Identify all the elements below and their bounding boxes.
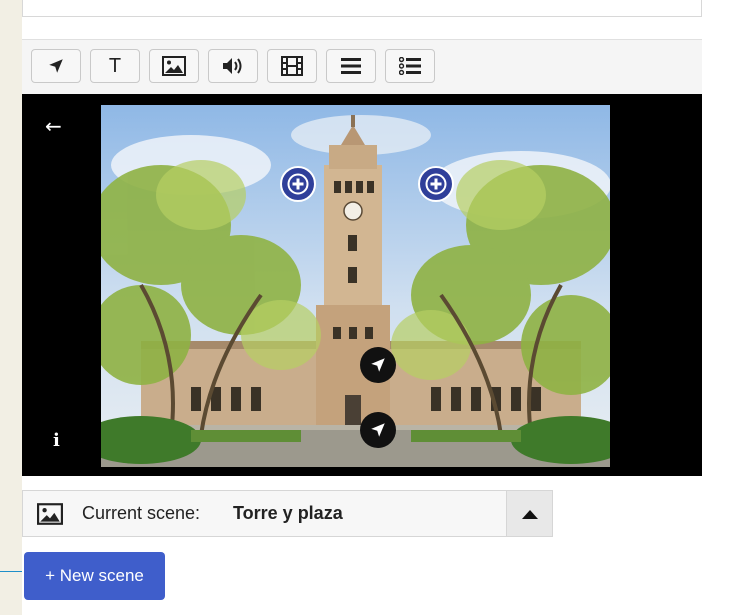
scene-viewer[interactable]: ← i xyxy=(22,94,702,476)
current-scene-selector[interactable]: Current scene: Torre y plaza xyxy=(22,490,553,537)
navigation-hotspot[interactable] xyxy=(360,412,396,448)
new-scene-button[interactable]: + New scene xyxy=(24,552,165,600)
add-navigation-button[interactable] xyxy=(31,49,81,83)
add-image-button[interactable] xyxy=(149,49,199,83)
current-scene-label: Current scene: xyxy=(82,503,201,523)
navigation-hotspot[interactable] xyxy=(360,347,396,383)
add-text-button[interactable]: T xyxy=(90,49,140,83)
plus-icon xyxy=(287,173,309,195)
previous-field[interactable] xyxy=(22,0,702,17)
image-icon xyxy=(37,503,63,525)
add-audio-button[interactable] xyxy=(208,49,258,83)
navigation-arrow-icon xyxy=(49,59,63,73)
video-icon xyxy=(281,56,303,76)
scene-dropdown-toggle[interactable] xyxy=(506,491,552,536)
caret-up-icon xyxy=(521,509,538,519)
scene-image xyxy=(101,105,610,467)
image-icon xyxy=(162,56,186,76)
add-hotspot-plus[interactable] xyxy=(280,166,316,202)
back-arrow-icon[interactable]: ← xyxy=(45,116,62,136)
summary-icon xyxy=(341,58,361,74)
add-summary-button[interactable] xyxy=(326,49,376,83)
scene-photo-tower-plaza xyxy=(101,105,610,467)
current-scene-name: Torre y plaza xyxy=(233,503,343,523)
audio-icon xyxy=(223,58,242,74)
add-video-button[interactable] xyxy=(267,49,317,83)
text-icon: T xyxy=(108,54,122,77)
info-icon[interactable]: i xyxy=(53,430,60,451)
add-hotspot-plus[interactable] xyxy=(418,166,454,202)
navigation-arrow-icon xyxy=(371,423,385,437)
hotspot-toolbar: T xyxy=(22,39,702,95)
add-list-button[interactable] xyxy=(385,49,435,83)
plus-icon xyxy=(425,173,447,195)
navigation-arrow-icon xyxy=(371,358,385,372)
list-icon xyxy=(399,57,421,75)
